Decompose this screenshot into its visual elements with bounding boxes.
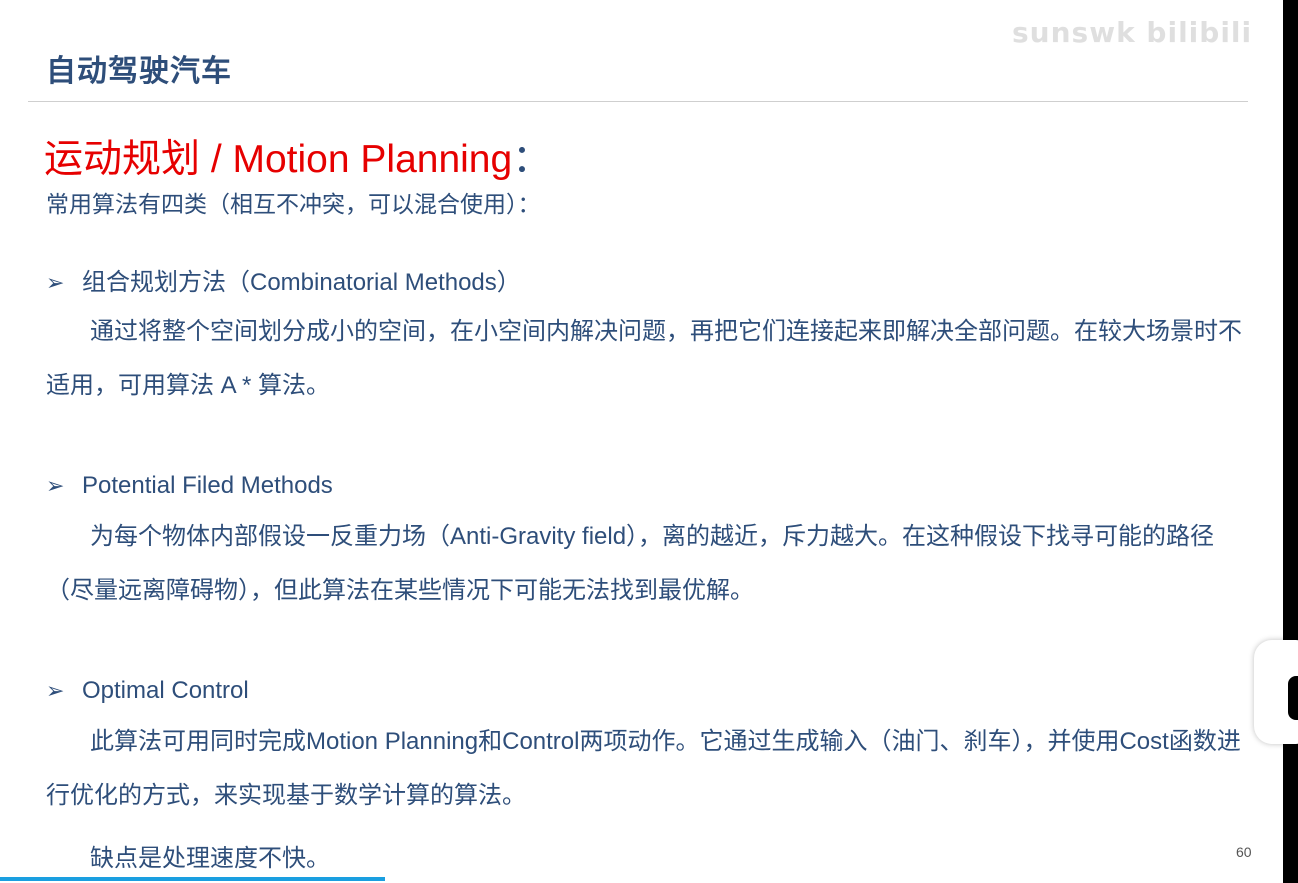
bullet-body-combinatorial: 通过将整个空间划分成小的空间，在小空间内解决问题，再把它们连接起来即解决全部问题…	[46, 318, 1242, 399]
drawer-grip-icon	[1288, 676, 1298, 720]
section-title-colon: ：	[512, 138, 552, 181]
page-number: 60	[1236, 844, 1252, 860]
arrow-bullet-icon: ➢	[46, 678, 65, 703]
side-drawer-handle[interactable]	[1254, 640, 1298, 744]
video-progress-bar[interactable]	[0, 877, 385, 881]
header-divider	[28, 101, 1248, 102]
bullet-heading-text: Optimal Control	[82, 677, 249, 704]
bullet-body-potential-field: 为每个物体内部假设一反重力场（Anti-Gravity field），离的越近，…	[46, 523, 1215, 604]
bullet-heading-text: Potential Filed Methods	[82, 472, 333, 499]
section-title-text: 运动规划 / Motion Planning	[44, 138, 513, 181]
arrow-bullet-icon: ➢	[46, 473, 65, 498]
arrow-bullet-icon: ➢	[46, 270, 65, 295]
bullet-heading-potential-field: ➢ Potential Filed Methods	[46, 472, 333, 500]
bullet-heading-text: 组合规划方法（Combinatorial Methods）	[82, 269, 521, 296]
bullet-heading-optimal-control: ➢ Optimal Control	[46, 677, 249, 705]
bullet-note-optimal-control: 缺点是处理速度不快。	[90, 845, 330, 872]
bullet-body-optimal-control: 此算法可用同时完成Motion Planning和Control两项动作。它通过…	[46, 728, 1241, 809]
section-title: 运动规划 / Motion Planning：	[44, 128, 551, 184]
bullet-heading-combinatorial: ➢ 组合规划方法（Combinatorial Methods）	[46, 262, 521, 297]
watermark-logo: sunswk bilibili	[1012, 16, 1253, 49]
slide: 自动驾驶汽车 sunswk bilibili 运动规划 / Motion Pla…	[0, 0, 1283, 883]
slide-header-title: 自动驾驶汽车	[46, 55, 232, 88]
section-subtitle: 常用算法有四类（相互不冲突，可以混合使用）：	[46, 191, 541, 217]
